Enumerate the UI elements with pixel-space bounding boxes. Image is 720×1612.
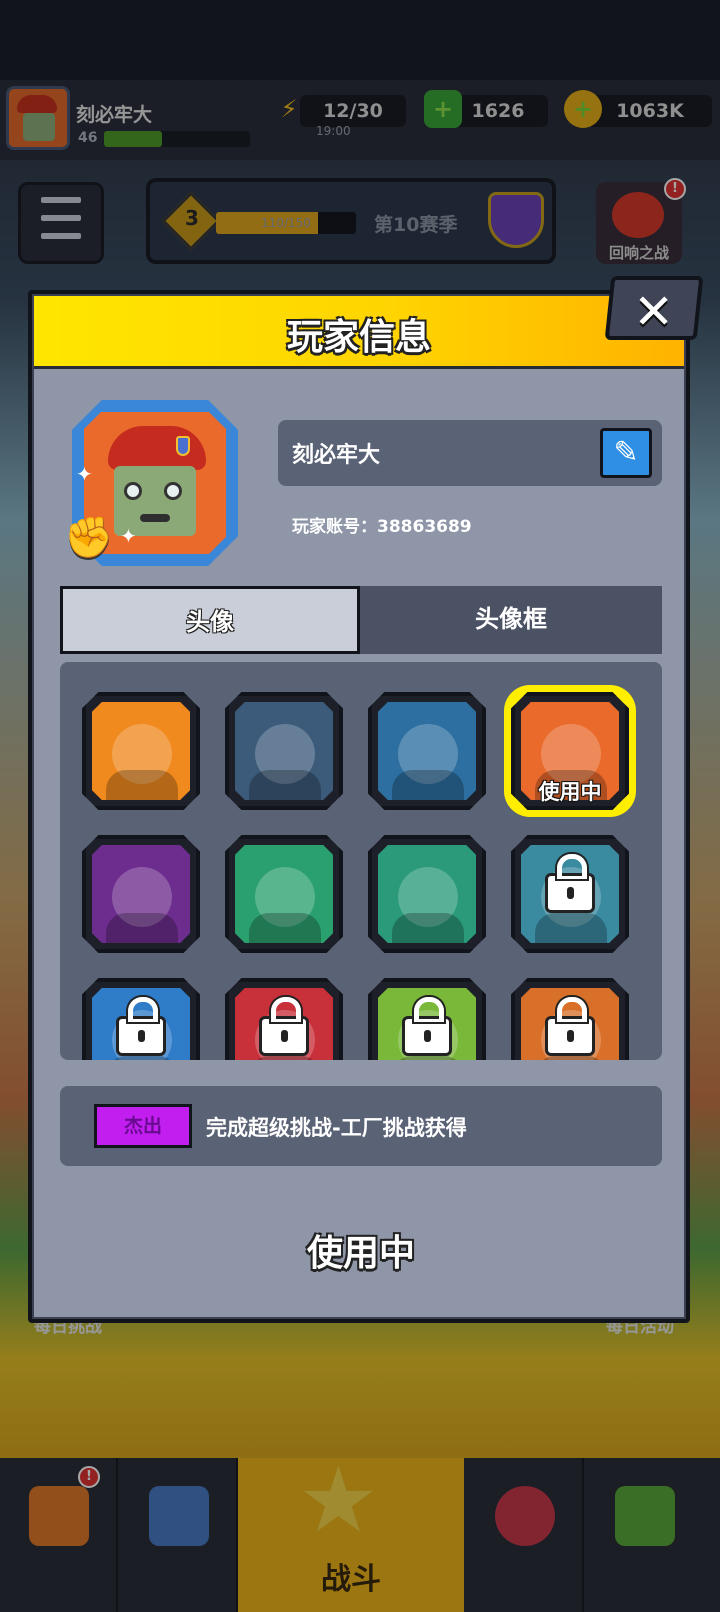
lock-icon	[259, 997, 309, 1056]
avatar-option-pirate-shark[interactable]	[511, 835, 629, 953]
tab-avatar-frame[interactable]: 头像框	[360, 586, 662, 654]
plant-tentacle-portrait-icon	[235, 845, 333, 943]
avatar-option-sunglasses-agent[interactable]	[225, 692, 343, 810]
lock-icon	[402, 997, 452, 1056]
pencil-icon: ✎	[613, 435, 639, 470]
player-name-field: 刻必牢大 ✎	[278, 420, 662, 486]
close-button[interactable]: ✕	[604, 276, 704, 340]
tab-avatar[interactable]: 头像	[60, 586, 360, 654]
lock-icon	[545, 854, 595, 913]
purple-crab-portrait-icon	[92, 845, 190, 943]
close-icon: ✕	[633, 284, 674, 340]
beret-icon	[108, 426, 206, 470]
dialog-title: 玩家信息	[286, 317, 431, 358]
avatar-option-beret-zombie[interactable]: 使用中	[511, 692, 629, 810]
avatar-option-red-hood[interactable]	[225, 978, 343, 1060]
sparkle-icon: ✦	[120, 524, 137, 548]
avatar-grid: 使用中	[60, 662, 662, 1060]
player-account-id: 玩家账号：38863689	[292, 517, 472, 537]
player-name: 刻必牢大	[292, 443, 381, 468]
dialog-header: 玩家信息	[34, 296, 684, 366]
avatar-info-panel: 杰出 完成超级挑战-工厂挑战获得	[60, 1086, 662, 1166]
in-use-label: 使用中	[538, 780, 602, 804]
avatar-option-grey-cat[interactable]	[368, 978, 486, 1060]
avatar-option-blue-boar[interactable]	[368, 692, 486, 810]
sparkle-icon: ✦	[76, 462, 93, 486]
avatar-option-flower-frog[interactable]	[368, 835, 486, 953]
badge-pin-icon	[176, 436, 190, 456]
avatar-option-pirate-captain[interactable]	[82, 978, 200, 1060]
blue-boar-portrait-icon	[378, 702, 476, 800]
flower-frog-portrait-icon	[378, 845, 476, 943]
edit-name-button[interactable]: ✎	[600, 428, 652, 478]
avatar-option-purple-crab[interactable]	[82, 835, 200, 953]
use-status-button[interactable]: 使用中	[30, 1224, 692, 1276]
avatar-option-plant-tentacle[interactable]	[225, 835, 343, 953]
rarity-badge: 杰出	[94, 1104, 192, 1148]
avatar-option-goggles-bandit[interactable]	[82, 692, 200, 810]
lock-icon	[545, 997, 595, 1056]
fist-icon: ✊	[64, 515, 114, 561]
goggles-bandit-portrait-icon	[92, 702, 190, 800]
avatar-option-paper-bag[interactable]	[511, 978, 629, 1060]
obtain-method: 完成超级挑战-工厂挑战获得	[206, 1116, 467, 1140]
lock-icon	[116, 997, 166, 1056]
sunglasses-agent-portrait-icon	[235, 702, 333, 800]
avatar-tabs: 头像 头像框	[60, 586, 662, 654]
